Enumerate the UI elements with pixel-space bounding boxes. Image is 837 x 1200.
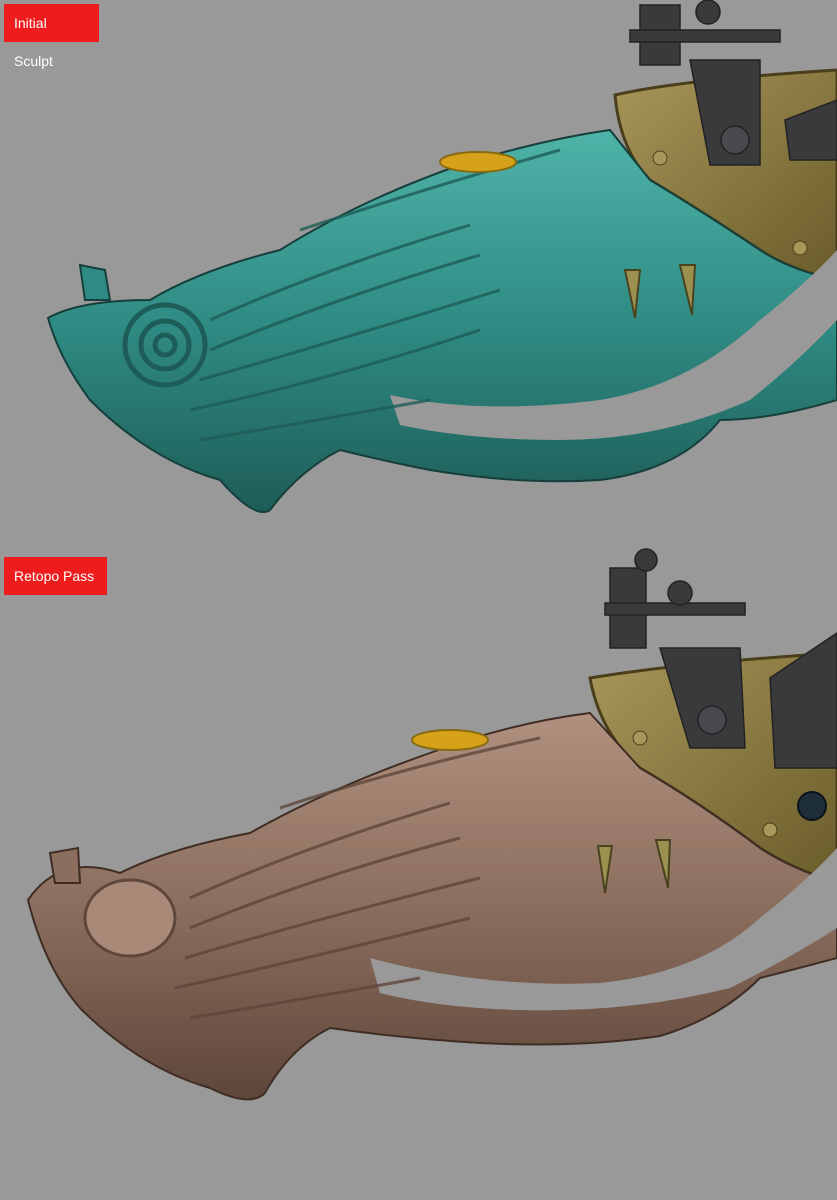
gold-ornament: [439, 151, 517, 173]
initial-sculpt-render: [46, 0, 837, 513]
initial-sculpt-label: Initial Sculpt: [4, 4, 99, 69]
disc-ornament: [83, 878, 177, 958]
gold-ornament: [411, 729, 489, 751]
retopo-pass-panel: Retopo Pass: [0, 548, 837, 1200]
gem: [797, 791, 827, 821]
retopo-pass-label: Retopo Pass: [4, 557, 107, 595]
initial-sculpt-panel: Initial Sculpt: [0, 0, 837, 548]
retopo-pass-render: [26, 548, 837, 1101]
